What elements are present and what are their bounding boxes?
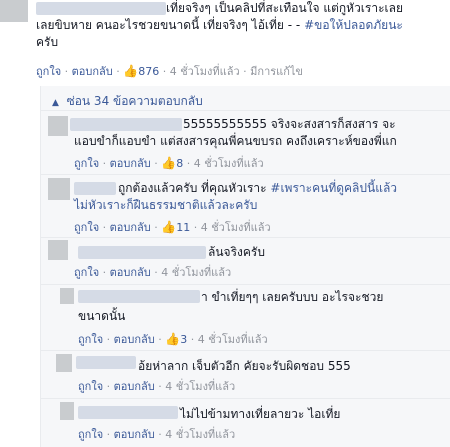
- commenter-name[interactable]: [78, 290, 200, 303]
- separator-dot: ·: [102, 157, 107, 170]
- separator-dot: ·: [102, 266, 107, 279]
- comment-text: เที่ยจริงๆ เป็นคลิปที่สะเทือนใจ แต่กูหัว…: [166, 1, 404, 15]
- reply-link[interactable]: ตอบกลับ: [114, 380, 155, 393]
- like-link[interactable]: ถูกใจ: [74, 157, 99, 170]
- reply-link[interactable]: ตอบกลับ: [110, 157, 151, 170]
- hide-replies-link[interactable]: ▲ ซ่อน 34 ข้อความตอบกลับ: [52, 92, 203, 111]
- comment-actions: ถูกใจ · ตอบกลับ · 👍876 · 4 ชั่วโมงที่แล้…: [36, 64, 303, 79]
- avatar[interactable]: [48, 240, 68, 260]
- timestamp[interactable]: 4 ชั่วโมงที่แล้ว: [194, 157, 264, 170]
- comment-text-part: ถูกต้องแล้วครับ ที่คุณหัวเราะ: [118, 181, 271, 195]
- separator-dot: ·: [116, 65, 120, 78]
- separator-dot: ·: [186, 157, 191, 170]
- comment-text: ล้นจริงครับ: [208, 245, 265, 259]
- edited-label[interactable]: มีการแก้ไข: [250, 65, 303, 78]
- separator-dot: ·: [190, 333, 195, 346]
- comment-actions: ถูกใจ · ตอบกลับ · 4 ชั่วโมงที่แล้ว: [78, 380, 235, 394]
- comment-text: า ขำเที่ยๆๆ เลยครับบบ อะไรจะชวย: [201, 290, 384, 304]
- commenter-name[interactable]: [70, 118, 182, 131]
- comment-text: ถูกต้องแล้วครับ ที่คุณหัวเราะ #เพราะคนที…: [118, 180, 397, 197]
- hashtag-link[interactable]: #เพราะคนที่ดูคลิปนี้แล้ว: [270, 181, 397, 195]
- like-count[interactable]: 876: [138, 65, 159, 78]
- separator-dot: ·: [158, 333, 162, 346]
- avatar[interactable]: [60, 402, 74, 420]
- comment-actions: ถูกใจ · ตอบกลับ · 👍11 · 4 ชั่วโมงที่แล้ว: [74, 220, 271, 235]
- avatar[interactable]: [0, 0, 28, 22]
- reply-link[interactable]: ตอบกลับ: [114, 333, 155, 346]
- timestamp[interactable]: 4 ชั่วโมงที่แล้ว: [170, 65, 240, 78]
- like-link[interactable]: ถูกใจ: [78, 428, 103, 441]
- timestamp[interactable]: 4 ชั่วโมงที่แล้ว: [161, 266, 231, 279]
- separator-dot: ·: [158, 380, 162, 393]
- collapse-arrow-icon: ▲: [52, 98, 59, 108]
- hashtag-link[interactable]: ไม่หัวเราะก็ฝืนธรรมชาติแล้วละครับ: [74, 197, 257, 214]
- commenter-name[interactable]: [78, 406, 178, 419]
- separator-dot: ·: [154, 221, 158, 234]
- comment-actions: ถูกใจ · ตอบกลับ · 👍3 · 4 ชั่วโมงที่แล้ว: [78, 332, 268, 347]
- timestamp[interactable]: 4 ชั่วโมงที่แล้ว: [165, 380, 235, 393]
- like-link[interactable]: ถูกใจ: [78, 380, 103, 393]
- avatar[interactable]: [60, 288, 74, 304]
- thumbs-up-icon[interactable]: 👍: [161, 220, 176, 234]
- like-count[interactable]: 8: [176, 157, 183, 170]
- comment-actions: ถูกใจ · ตอบกลับ · 👍8 · 4 ชั่วโมงที่แล้ว: [74, 156, 264, 171]
- separator-dot: ·: [106, 428, 111, 441]
- commenter-name[interactable]: [74, 182, 116, 195]
- comment-actions: ถูกใจ · ตอบกลับ · 4 ชั่วโมงที่แล้ว: [74, 266, 231, 280]
- comment-text: ขนาดนั้น: [78, 309, 126, 323]
- avatar[interactable]: [48, 116, 68, 136]
- like-count[interactable]: 3: [180, 333, 187, 346]
- thumbs-up-icon[interactable]: 👍: [161, 156, 176, 170]
- timestamp[interactable]: 4 ชั่วโมงที่แล้ว: [201, 221, 271, 234]
- separator-dot: ·: [154, 266, 158, 279]
- like-link[interactable]: ถูกใจ: [74, 221, 99, 234]
- like-link[interactable]: ถูกใจ: [74, 266, 99, 279]
- comment-text: ไม่ไปข้ามทางเที่ยลายวะ ไอเที่ย: [180, 407, 341, 421]
- divider: [40, 284, 450, 285]
- separator-dot: ·: [64, 65, 69, 78]
- timestamp[interactable]: 4 ชั่วโมงที่แล้ว: [198, 333, 268, 346]
- reply-link[interactable]: ตอบกลับ: [114, 428, 155, 441]
- comment-text: แอบขำก็แอบขำ แต่สงสารคุณพี่คนขบรถ คงถึงเ…: [74, 134, 397, 148]
- divider: [40, 398, 450, 399]
- comment-text-part: เลยขิบหาย คนอะไรชวยขนาดนี้ เที่ยจริงๆ ไอ…: [36, 18, 305, 32]
- divider: [40, 110, 450, 111]
- reply-link[interactable]: ตอบกลับ: [110, 266, 151, 279]
- thumbs-up-icon[interactable]: 👍: [123, 64, 138, 78]
- separator-dot: ·: [106, 380, 111, 393]
- comment-actions: ถูกใจ · ตอบกลับ · 4 ชั่วโมงที่แล้ว: [78, 428, 235, 442]
- separator-dot: ·: [162, 65, 167, 78]
- separator-dot: ·: [106, 333, 111, 346]
- separator-dot: ·: [154, 157, 158, 170]
- hide-replies-label: ซ่อน 34 ข้อความตอบกลับ: [66, 94, 203, 108]
- avatar[interactable]: [48, 178, 70, 200]
- reply-link[interactable]: ตอบกลับ: [72, 65, 113, 78]
- divider: [40, 237, 450, 238]
- divider: [40, 350, 450, 351]
- commenter-name[interactable]: [36, 2, 166, 15]
- comment-text: เลยขิบหาย คนอะไรชวยขนาดนี้ เที่ยจริงๆ ไอ…: [36, 17, 403, 34]
- comment-text: 55555555555 จริงจะสงสารก็สงสาร จะ: [183, 117, 396, 131]
- comment-text: อ้ยห่าลาก เจ็บตัวอีก คัยจะรับผิดชอบ 555: [138, 359, 351, 373]
- separator-dot: ·: [158, 428, 162, 441]
- hashtag-link[interactable]: #ขอให้ปลอดภัยนะ: [304, 18, 403, 32]
- commenter-name[interactable]: [78, 246, 206, 259]
- like-link[interactable]: ถูกใจ: [36, 65, 61, 78]
- avatar[interactable]: [56, 354, 72, 372]
- like-link[interactable]: ถูกใจ: [78, 333, 103, 346]
- timestamp[interactable]: 4 ชั่วโมงที่แล้ว: [165, 428, 235, 441]
- divider: [40, 174, 450, 175]
- reply-link[interactable]: ตอบกลับ: [110, 221, 151, 234]
- commenter-name[interactable]: [76, 356, 136, 369]
- separator-dot: ·: [243, 65, 247, 78]
- separator-dot: ·: [102, 221, 107, 234]
- separator-dot: ·: [193, 221, 198, 234]
- comment-text: ครับ: [36, 35, 59, 49]
- thumbs-up-icon[interactable]: 👍: [165, 332, 180, 346]
- like-count[interactable]: 11: [176, 221, 190, 234]
